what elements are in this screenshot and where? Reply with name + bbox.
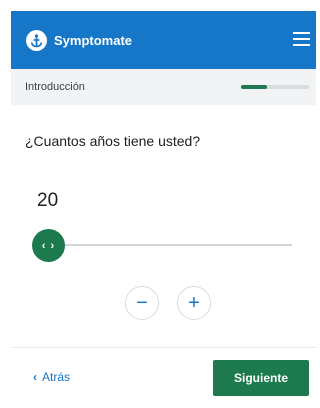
age-value: 20 [37,190,59,211]
question-text: ¿Cuantos años tiene usted? [25,133,201,149]
progress-track [241,85,309,89]
section-progress-bar: Introducción [11,69,316,105]
progress-fill [241,85,267,89]
age-slider-track[interactable] [48,244,292,246]
brand-name: Symptomate [54,33,133,48]
hamburger-menu-icon[interactable] [291,30,311,48]
footer-divider [11,347,316,348]
age-slider-thumb[interactable]: ‹ › [32,229,65,262]
back-label: Atrás [42,370,71,384]
anchor-icon [26,30,47,51]
increment-button[interactable]: + [177,286,211,320]
back-button[interactable]: ‹ Atrás [33,370,70,384]
decrement-button[interactable]: − [125,286,159,320]
app-header: Symptomate [11,11,316,69]
section-label: Introducción [25,81,85,93]
chevron-left-icon: ‹ [33,370,37,384]
next-button[interactable]: Siguiente [213,360,309,396]
